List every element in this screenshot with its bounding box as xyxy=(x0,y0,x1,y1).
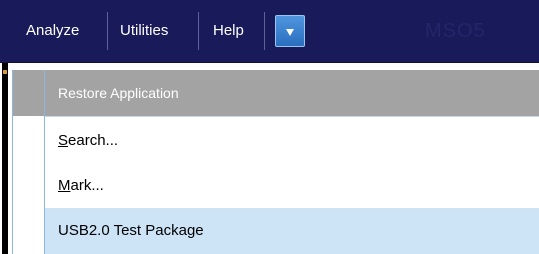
menu-item-search-label: earch... xyxy=(68,132,119,149)
menu-item-mark-label: ark... xyxy=(70,177,104,194)
menu-item-usb-test-package[interactable]: USB2.0 Test Package xyxy=(58,208,204,254)
edge-marker xyxy=(3,70,7,74)
menu-item-restore-application[interactable]: Restore Application xyxy=(58,70,179,116)
triangle-down-icon xyxy=(286,29,294,36)
dropdown-button[interactable] xyxy=(275,15,305,47)
product-watermark: MSO5 xyxy=(425,20,486,42)
menu-analyze[interactable]: Analyze xyxy=(26,11,79,51)
menu-divider xyxy=(198,12,199,50)
menu-divider xyxy=(107,12,108,50)
menu-item-search-mnemonic: S xyxy=(58,132,69,149)
left-edge-strip xyxy=(0,63,12,254)
menubar: Analyze Utilities Help MSO5 xyxy=(0,0,539,63)
menu-item-search[interactable]: Search... xyxy=(58,118,118,164)
menu-help[interactable]: Help xyxy=(213,11,244,51)
menu-utilities[interactable]: Utilities xyxy=(120,11,168,51)
menu-item-mark[interactable]: Mark... xyxy=(58,163,104,209)
menu-divider xyxy=(264,12,265,50)
left-edge-bar xyxy=(2,63,8,254)
menu-row-divider xyxy=(45,116,539,117)
menu-item-mark-mnemonic: M xyxy=(58,177,71,194)
